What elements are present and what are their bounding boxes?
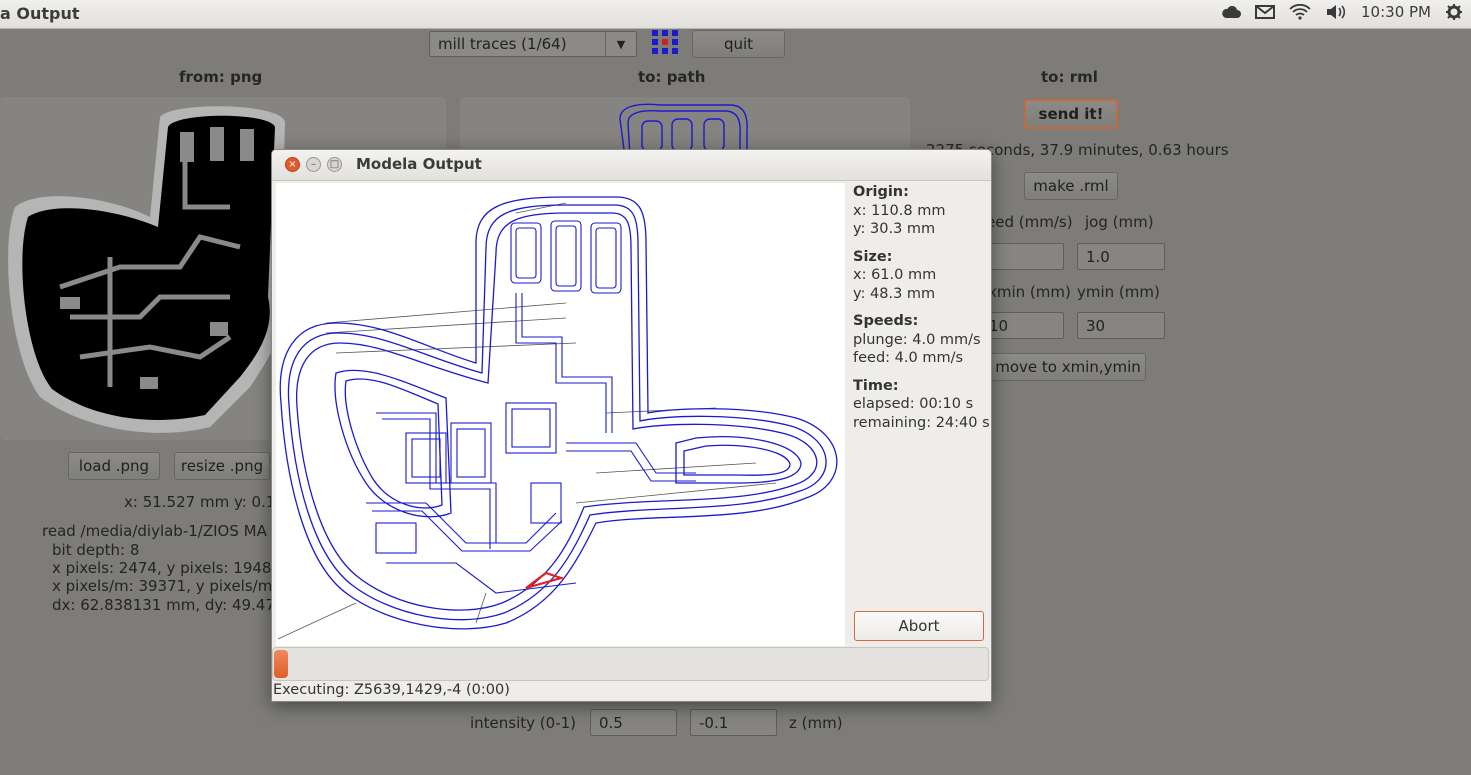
resize-png-button[interactable]: resize .png [174, 452, 270, 480]
wifi-icon[interactable] [1289, 4, 1311, 20]
size-x: x: 61.0 mm [853, 267, 937, 283]
send-it-button[interactable]: send it! [1024, 99, 1118, 129]
window-title: a Output [0, 4, 80, 23]
xmin-label: xmin (mm) [988, 283, 1071, 301]
abort-button[interactable]: Abort [854, 611, 984, 641]
file-info-bit-depth: bit depth: 8 [52, 541, 140, 559]
speed-label: eed (mm/s) [986, 213, 1073, 231]
grid-logo-icon [652, 30, 678, 54]
progress-bar [272, 647, 989, 681]
remaining-time: remaining: 24:40 s [853, 414, 990, 431]
to-rml-header: to: rml [1041, 68, 1098, 86]
jog-field[interactable]: 1.0 [1077, 243, 1165, 270]
size-heading: Size: [853, 248, 893, 265]
file-info-path: read /media/diylab-1/ZIOS MA [42, 522, 267, 540]
toolpath-canvas [276, 183, 845, 646]
status-line: Executing: Z5639,1429,-4 (0:00) [273, 682, 510, 698]
time-heading: Time: [853, 377, 899, 394]
file-info-dimensions: dx: 62.838131 mm, dy: 49.478 [52, 596, 285, 614]
process-select[interactable]: mill traces (1/64) ▼ [429, 31, 637, 57]
path-preview-image [619, 103, 748, 158]
toolpath-drawing [277, 196, 838, 640]
clock[interactable]: 10:30 PM [1361, 3, 1431, 21]
to-path-header: to: path [638, 68, 706, 86]
chevron-down-icon: ▼ [605, 32, 636, 56]
intensity-label: intensity (0-1) [470, 714, 577, 732]
origin-x: x: 110.8 mm [853, 202, 946, 219]
minimize-icon[interactable]: – [306, 157, 321, 172]
maximize-icon[interactable]: □ [327, 157, 342, 172]
origin-y: y: 30.3 mm [853, 221, 936, 237]
intensity-field[interactable]: 0.5 [590, 709, 677, 736]
size-y: y: 48.3 mm [853, 285, 936, 302]
ymin-label: ymin (mm) [1077, 283, 1160, 301]
move-to-xmin-ymin-button[interactable]: move to xmin,ymin [990, 353, 1146, 381]
plunge-speed: plunge: 4.0 mm/s [853, 331, 981, 348]
dialog-titlebar: × – □ Modela Output [272, 150, 991, 181]
dialog-info: Origin: x: 110.8 mm y: 30.3 mm Size: x: … [853, 183, 991, 441]
volume-icon[interactable] [1325, 4, 1347, 20]
feed-speed: feed: 4.0 mm/s [853, 350, 964, 366]
elapsed-time: elapsed: 00:10 s [853, 396, 974, 412]
gear-icon[interactable] [1445, 3, 1463, 21]
speeds-heading: Speeds: [853, 313, 919, 329]
dialog-title: Modela Output [356, 155, 482, 173]
speed-field[interactable] [980, 243, 1064, 270]
from-header: from: png [179, 68, 263, 86]
origin-heading: Origin: [853, 184, 909, 200]
z-field[interactable]: -0.1 [690, 709, 777, 736]
jog-label: jog (mm) [1085, 213, 1154, 231]
process-select-value: mill traces (1/64) [438, 35, 567, 53]
modela-output-dialog: × – □ Modela Output Origin: x: 110.8 mm … [271, 149, 992, 702]
z-label: z (mm) [789, 714, 843, 732]
path-preview-panel [460, 97, 910, 158]
system-tray: 10:30 PM [1221, 3, 1463, 21]
file-info-pixels-per-m: x pixels/m: 39371, y pixels/m: [52, 577, 278, 595]
progress-fill [274, 650, 288, 678]
cloud-icon[interactable] [1221, 4, 1242, 20]
top-panel: a Output 10:30 PM [0, 0, 1471, 29]
load-png-button[interactable]: load .png [68, 452, 160, 480]
make-rml-button[interactable]: make .rml [1024, 172, 1118, 200]
quit-button[interactable]: quit [692, 30, 785, 58]
cursor-readout: x: 51.527 mm y: 0.15 [124, 493, 285, 511]
ymin-field[interactable]: 30 [1077, 312, 1165, 339]
xmin-field[interactable]: 10 [980, 312, 1064, 339]
close-icon[interactable]: × [285, 157, 300, 172]
file-info-pixels: x pixels: 2474, y pixels: 1948 [52, 559, 272, 577]
mail-icon[interactable] [1255, 5, 1276, 19]
